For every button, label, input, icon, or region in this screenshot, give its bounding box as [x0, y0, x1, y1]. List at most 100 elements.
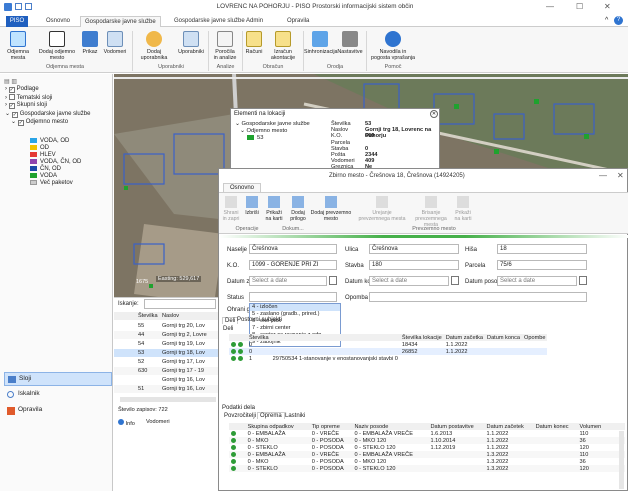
stavba-input[interactable]: 180 — [369, 260, 459, 270]
tree-node[interactable]: ⌄ Odjemno mesto — [235, 128, 310, 135]
dialog-button-2[interactable]: Prikaži na karti — [263, 196, 285, 222]
list-item[interactable]: 52 Gornji trg 17, Lov — [114, 358, 218, 366]
quick-menu-icon[interactable] — [25, 3, 32, 10]
list-item[interactable]: Gornji trg 16, Lov — [114, 376, 218, 384]
layer-odjemno[interactable]: ⌄ ✓ Odjemno mesto — [11, 118, 68, 126]
search-input[interactable] — [144, 299, 216, 309]
odjemna-mesta-button[interactable]: Odjemna mesta — [1, 31, 35, 61]
calendar-icon[interactable] — [329, 276, 337, 285]
calendar-icon[interactable] — [579, 276, 587, 285]
dialog-tab-osnovno[interactable]: Osnovno — [223, 183, 262, 192]
layer-podlage[interactable]: › ✓ Podlage — [5, 86, 39, 93]
prikaz-button[interactable]: Prikaz — [80, 31, 100, 55]
sinhronizacija-button[interactable]: Sinhronizacija — [304, 31, 338, 55]
dialog-button-4[interactable]: Dodaj prevzemno mesto — [309, 196, 353, 222]
maximize-button[interactable]: ☐ — [576, 2, 583, 11]
dialog-button-3[interactable]: Dodaj prilogo — [287, 196, 309, 222]
dialog-minimize[interactable]: — — [599, 171, 607, 180]
col-volumen: Volumen — [579, 423, 602, 430]
oprema-row[interactable]: 0 - MKO 0 - POSODA 0 - MKO 120 1.10.2014 1.1… — [229, 437, 625, 444]
quick-save-icon[interactable] — [15, 3, 22, 10]
dodaj-odjemno-mesto-button[interactable]: Dodaj odjemno mesto — [35, 31, 79, 61]
oprema-row[interactable]: 0 - STEKLO 0 - POSODA 0 - STEKLO 120 1.3.20… — [229, 465, 625, 472]
layer-tematski[interactable]: › Tematski sloji — [5, 94, 52, 101]
deli-row[interactable]: 1 29750534 1-stanovanje v enostanovanjski… — [229, 355, 547, 362]
col-stevilka: Številka — [249, 334, 269, 341]
bottom-scrollbar[interactable] — [619, 431, 624, 489]
tree-node[interactable]: 53 — [235, 135, 310, 142]
layer-gjs[interactable]: ⌄ ✓ Gospodarske javne službe — [5, 110, 90, 118]
bottom-tab-oprema[interactable]: Oprema — [257, 412, 285, 419]
datum-posodobitve-input[interactable]: Select a date — [497, 276, 577, 286]
dodaj-uporabnika-button[interactable]: Dodaj uporabnika — [134, 31, 174, 61]
dialog-button-5[interactable]: Urejanje prevzemnega mesta — [355, 196, 409, 222]
tab-gjs-admin[interactable]: Gospodarske javne službe Admin — [170, 16, 267, 27]
dialog-button-6[interactable]: Brisanje prevzemnega mesta — [411, 196, 451, 228]
uporabniki-button[interactable]: Uporabniki — [174, 31, 208, 55]
ulica-select[interactable]: Črešnova — [369, 244, 459, 254]
deli-row[interactable]: 0 18434 1.1.2022 — [229, 341, 547, 348]
list-item[interactable]: 54 Gornji trg 19, Lov — [114, 340, 218, 348]
dialog-button-icon — [376, 196, 388, 208]
dialog-button-icon — [457, 196, 469, 208]
tab-opravila[interactable]: Opravila — [283, 16, 313, 27]
dialog-button-0[interactable]: Shrani in zapri — [221, 196, 241, 222]
hisa-select[interactable]: 18 — [497, 244, 587, 254]
racuni-button[interactable]: Računi — [243, 31, 265, 55]
layer-skupni[interactable]: › ✓ Skupni sloji — [5, 102, 47, 109]
navodila-button[interactable]: Navodila in pogosta vprašanja — [368, 31, 418, 61]
parcela-input[interactable]: 75/6 — [497, 260, 587, 270]
cell-naslov: Gornji trg 19, Lov — [162, 341, 205, 347]
cell-stevilka: 55 — [138, 323, 145, 329]
oprema-row[interactable]: 0 - MKO 0 - POSODA 0 - MKO 120 1.3.2022 36 — [229, 458, 625, 465]
list-tab-info[interactable]: Info — [118, 419, 135, 427]
popup-close-icon[interactable]: ✕ — [430, 110, 438, 118]
nav-sloji[interactable]: Sloji — [4, 372, 112, 386]
list-item[interactable]: 630 Gornji trg 17 - 19 — [114, 367, 218, 375]
legend-cn-od: ČN, OD — [30, 166, 61, 172]
minimize-button[interactable]: — — [546, 2, 554, 11]
nastavitve-button[interactable]: Nastavitve — [336, 31, 364, 55]
legend-label: ČN, OD — [40, 166, 61, 172]
bottom-tab-povzrocitelji[interactable]: Povzročitelji — [222, 413, 258, 419]
dialog-close[interactable]: ✕ — [617, 171, 624, 180]
collapse-icon[interactable]: ^ — [605, 17, 608, 24]
list-item[interactable]: 53 Gornji trg 18, Lov — [114, 349, 218, 357]
btn-label-2: mesto — [49, 55, 65, 61]
mid-tab-poslovni[interactable]: Postovni subjekti — [235, 317, 284, 323]
list-tab-vodomeri[interactable]: Vodomeri — [146, 419, 170, 425]
opomba-input[interactable] — [369, 292, 587, 302]
deli-row[interactable]: 0 26852 1.1.2022 — [229, 348, 548, 355]
datum-konca-input[interactable]: Select a date — [369, 276, 449, 286]
calendar-icon[interactable] — [451, 276, 459, 285]
izracun-akontacije-button[interactable]: Izračun akontacije — [265, 31, 301, 61]
oprema-row[interactable]: 0 - EMBALAŽA 0 - VREČE 0 - EMBALAŽA VREČE 1… — [229, 451, 625, 458]
porocila-button[interactable]: Poročila in analize — [209, 31, 241, 61]
bottom-tab-lastniki[interactable]: Lastniki — [283, 413, 307, 419]
oprema-row[interactable]: 0 - STEKLO 0 - POSODA 0 - STEKLO 120 1.12.2… — [229, 444, 625, 451]
oprema-row[interactable]: 0 - EMBALAŽA 0 - VREČE 0 - EMBALAŽA VREČE 1… — [229, 430, 625, 437]
dialog-button-1[interactable]: Izbriši — [243, 196, 261, 216]
status-option[interactable]: 7 - zbirni center — [250, 325, 340, 332]
close-button[interactable]: ✕ — [604, 2, 611, 11]
status-option[interactable]: 4 - izločen — [250, 304, 340, 311]
list-item[interactable]: 55 Gornji trg 20, Lov — [114, 322, 218, 330]
nav-label: Opravila — [18, 406, 43, 413]
nav-opravila[interactable]: Opravila — [4, 404, 112, 418]
vodomeri-button[interactable]: Vodomeri — [100, 31, 130, 55]
tab-piso[interactable]: PISO — [6, 16, 28, 27]
status-select[interactable] — [249, 292, 337, 302]
dialog-button-7[interactable]: Prikaži na karti — [451, 196, 475, 222]
col-datum-konca: Datum konca — [487, 334, 520, 341]
list-item[interactable]: 51 Gornji trg 16, Lov — [114, 385, 218, 393]
datum-zacetka-input[interactable]: Select a date — [249, 276, 327, 286]
naselje-select[interactable]: Črešnova — [249, 244, 337, 254]
help-icon[interactable]: ? — [614, 16, 623, 25]
ko-select[interactable]: 1099 - GORENJE PRI ZI — [249, 260, 337, 270]
tab-osnovno[interactable]: Osnovno — [42, 16, 74, 27]
list-hscroll[interactable] — [120, 397, 216, 402]
nav-iskalnik[interactable]: Iskalnik — [4, 388, 112, 402]
tab-gjs[interactable]: Gospodarske javne službe — [80, 16, 161, 27]
tree-node[interactable]: ⌄ Gospodarske javne službe — [235, 121, 310, 128]
list-item[interactable]: 44 Gornji trg 2, Lovre — [114, 331, 218, 339]
